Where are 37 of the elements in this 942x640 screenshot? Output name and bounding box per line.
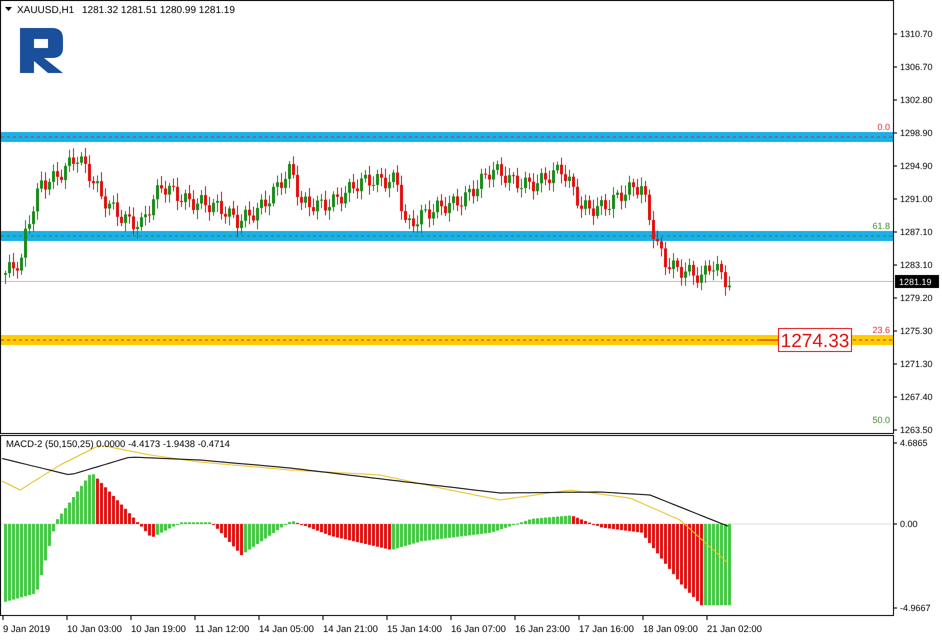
price-axis-label: 1287.10: [900, 227, 933, 237]
time-axis-label: 16 Jan 07:00: [451, 624, 506, 635]
time-axis-label: 16 Jan 23:00: [515, 624, 570, 635]
fib-level-label: 61.8: [872, 221, 890, 231]
price-axis-label: 1294.90: [900, 161, 933, 171]
price-axis-label: 1298.90: [900, 128, 933, 138]
fib-level-label: 23.6: [872, 325, 890, 335]
price-axis-label: 1267.40: [900, 392, 933, 402]
macd-indicator-label: MACD-2 (50,150,25) 0.0000 -4.4173 -1.9438 -0.4714: [6, 439, 230, 450]
price-axis-label: 1263.50: [900, 425, 933, 435]
time-axis-label: 18 Jan 09:00: [643, 624, 698, 635]
time-axis-label: 11 Jan 12:00: [195, 624, 250, 635]
time-axis-label: 9 Jan 2019: [3, 624, 50, 635]
price-axis-label: 1291.00: [900, 194, 933, 204]
time-axis-label: 10 Jan 19:00: [131, 624, 186, 635]
time-axis-label: 10 Jan 03:00: [67, 624, 122, 635]
price-axis-label: 1271.30: [900, 359, 933, 369]
price-axis-label: 1275.30: [900, 326, 933, 336]
macd-axis-label: -4.9667: [900, 603, 931, 613]
fib-level-label: 50.0: [872, 415, 890, 425]
time-axis-label: 14 Jan 21:00: [323, 624, 378, 635]
symbol-label: XAUUSD,H1: [17, 5, 74, 16]
macd-axis-label: 4.6865: [900, 438, 928, 448]
price-tag: 1274.33: [778, 328, 852, 352]
price-axis-label: 1279.20: [900, 293, 933, 303]
macd-axis-label: 0.00: [900, 519, 918, 529]
time-axis-label: 15 Jan 14:00: [387, 624, 442, 635]
time-axis-label: 21 Jan 02:00: [707, 624, 762, 635]
price-axis-label: 1302.80: [900, 95, 933, 105]
price-axis-label: 1306.70: [900, 62, 933, 72]
fib-level-label: 0.0: [877, 122, 890, 132]
price-axis-label: 1310.70: [900, 29, 933, 39]
ohlc-values: 1281.32 1281.51 1280.99 1281.19: [82, 5, 235, 16]
price-axis-label: 1283.10: [900, 260, 933, 270]
time-axis-label: 14 Jan 05:00: [259, 624, 314, 635]
current-price-marker: 1281.19: [895, 275, 939, 288]
time-axis-label: 17 Jan 16:00: [579, 624, 634, 635]
